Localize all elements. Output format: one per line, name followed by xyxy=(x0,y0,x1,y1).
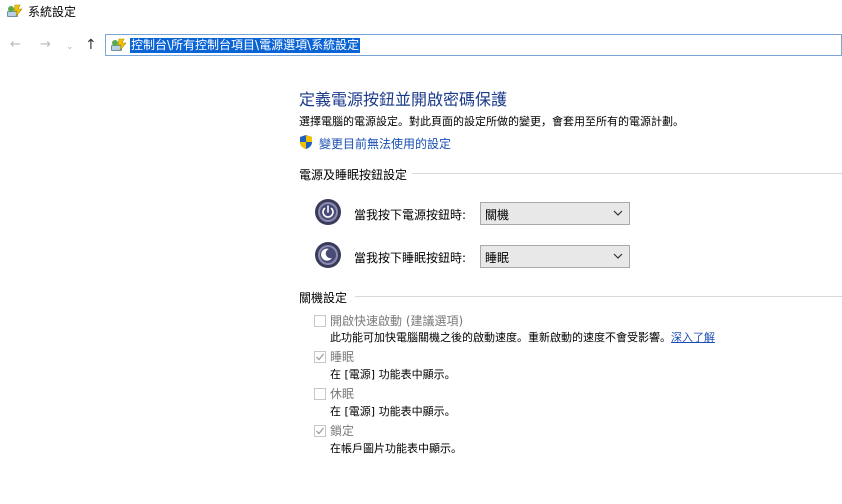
learn-more-link[interactable]: 深入了解 xyxy=(671,331,715,344)
lock-checkbox[interactable] xyxy=(314,425,326,437)
sleep-label: 睡眠 xyxy=(330,350,355,364)
chevron-down-icon xyxy=(613,253,623,259)
lock-label: 鎖定 xyxy=(330,424,355,438)
chevron-down-icon[interactable]: ⌄ xyxy=(66,40,74,54)
fast-startup-description: 此功能可加快電腦關機之後的啟動速度。重新啟動的速度不會受影響。深入了解 xyxy=(330,331,715,344)
shield-icon xyxy=(300,135,312,149)
hibernate-checkbox[interactable] xyxy=(314,388,326,400)
up-arrow-icon[interactable]: ↑ xyxy=(85,38,97,52)
power-button-icon xyxy=(315,199,341,225)
sleep-button-action-value: 睡眠 xyxy=(485,251,510,265)
forward-arrow-icon[interactable]: → xyxy=(40,38,51,52)
change-unavailable-settings-link[interactable]: 變更目前無法使用的設定 xyxy=(319,135,451,152)
sleep-checkbox[interactable] xyxy=(314,351,326,363)
shutdown-section-title: 關機設定 xyxy=(299,291,348,305)
hibernate-label: 休眠 xyxy=(330,387,355,401)
fast-startup-checkbox[interactable] xyxy=(314,315,326,327)
sleep-description: 在 [電源] 功能表中顯示。 xyxy=(330,368,456,381)
power-button-label: 當我按下電源按鈕時: xyxy=(354,208,467,222)
power-button-action-value: 關機 xyxy=(485,208,510,222)
window-title: 系統設定 xyxy=(28,5,77,19)
address-path[interactable]: 控制台\所有控制台項目\電源選項\系統設定 xyxy=(130,38,361,53)
page-description: 選擇電腦的電源設定。對此頁面的設定所做的變更，會套用至所有的電源計劃。 xyxy=(299,115,684,128)
checkmark-icon xyxy=(316,353,325,361)
lock-description: 在帳戶圖片功能表中顯示。 xyxy=(330,442,462,455)
fast-startup-label: 開啟快速啟動 (建議選項) xyxy=(330,314,464,328)
power-options-icon xyxy=(111,38,127,52)
section-divider xyxy=(412,173,842,174)
sleep-button-icon xyxy=(315,242,341,268)
power-button-action-select[interactable]: 關機 xyxy=(480,202,630,225)
address-bar[interactable]: 控制台\所有控制台項目\電源選項\系統設定 xyxy=(105,34,842,56)
sleep-button-action-select[interactable]: 睡眠 xyxy=(480,245,630,268)
sleep-button-label: 當我按下睡眠按鈕時: xyxy=(354,251,467,265)
power-buttons-section-title: 電源及睡眠按鈕設定 xyxy=(299,168,408,182)
power-options-icon xyxy=(7,4,23,18)
chevron-down-icon xyxy=(613,210,623,216)
section-divider xyxy=(355,296,842,297)
title-bar: 系統設定 xyxy=(0,0,842,26)
back-arrow-icon[interactable]: ← xyxy=(10,38,21,52)
hibernate-description: 在 [電源] 功能表中顯示。 xyxy=(330,405,456,418)
checkmark-icon xyxy=(316,427,325,435)
page-title: 定義電源按鈕並開啟密碼保護 xyxy=(299,90,508,109)
